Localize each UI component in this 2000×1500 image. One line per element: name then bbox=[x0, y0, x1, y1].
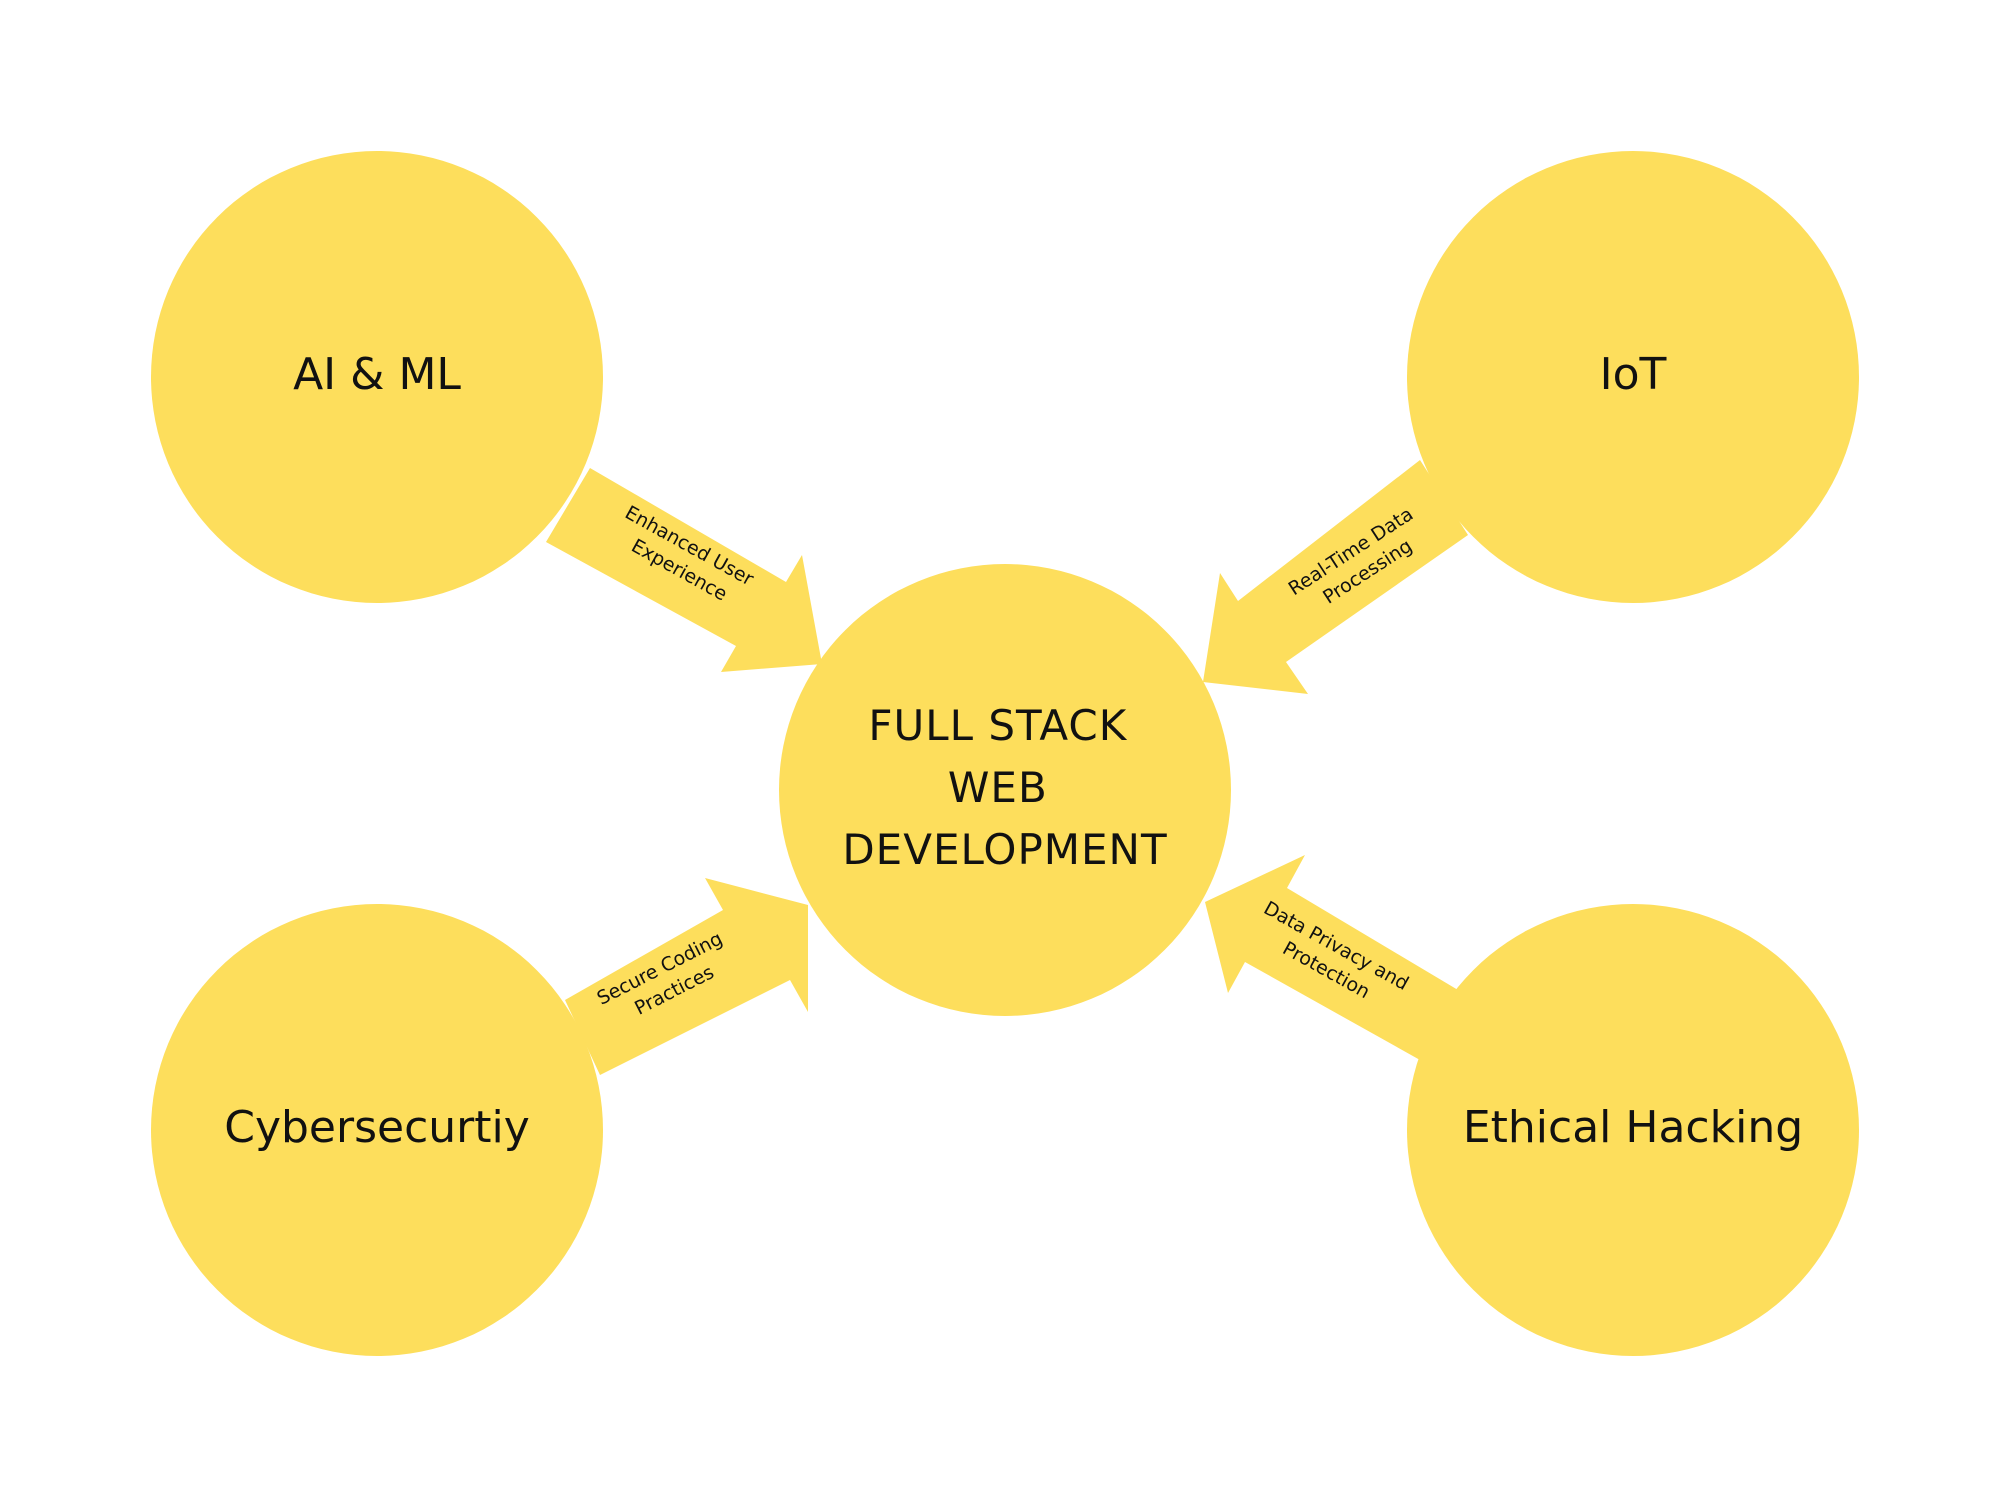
diagram-canvas: Enhanced User Experience Real-Time Data … bbox=[151, 151, 1859, 1356]
arrow-ethical-to-center: Data Privacy and Protection bbox=[1205, 855, 1458, 1060]
node-cybersecurity-label: Cybersecurtiy bbox=[224, 1102, 530, 1153]
arrow-ethical-shape bbox=[1205, 855, 1458, 1060]
node-ai-ml-label: AI & ML bbox=[293, 349, 461, 400]
arrow-cyber-to-center: Secure Coding Practices bbox=[565, 878, 808, 1075]
arrow-iot-shape bbox=[1203, 460, 1468, 694]
arrow-ai-ml-to-center: Enhanced User Experience bbox=[546, 468, 822, 672]
center-line-2: WEB bbox=[948, 763, 1048, 812]
node-cybersecurity: Cybersecurtiy bbox=[151, 904, 603, 1356]
center-line-3: DEVELOPMENT bbox=[842, 825, 1167, 874]
node-iot-label: IoT bbox=[1600, 349, 1667, 400]
node-center: FULL STACK WEB DEVELOPMENT bbox=[779, 564, 1231, 1016]
node-ai-ml: AI & ML bbox=[151, 151, 603, 603]
node-iot: IoT bbox=[1407, 151, 1859, 603]
node-ethical-hacking-label: Ethical Hacking bbox=[1463, 1102, 1803, 1153]
node-ethical-hacking: Ethical Hacking bbox=[1407, 904, 1859, 1356]
arrow-iot-to-center: Real-Time Data Processing bbox=[1203, 460, 1468, 694]
center-line-1: FULL STACK bbox=[868, 701, 1127, 750]
